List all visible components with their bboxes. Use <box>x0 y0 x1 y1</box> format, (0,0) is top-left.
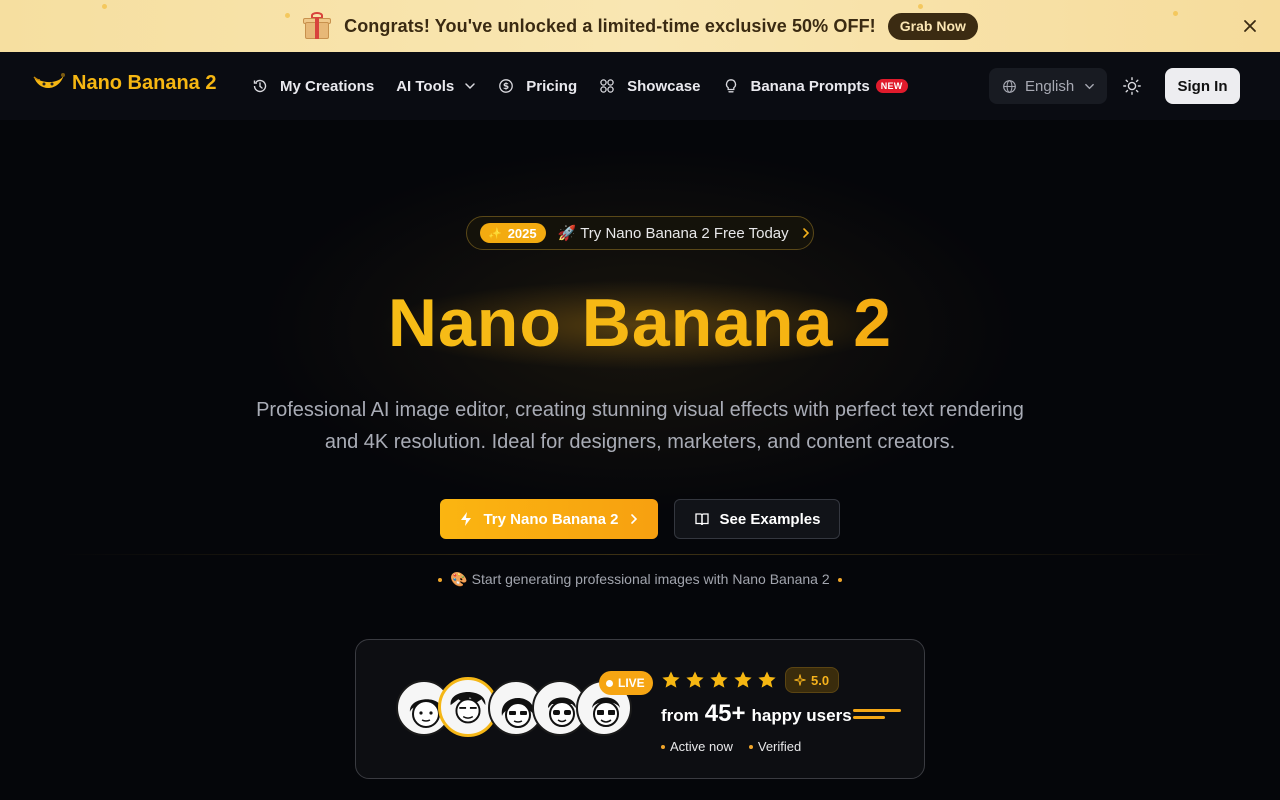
globe-icon <box>1003 79 1016 93</box>
language-selector[interactable]: English <box>989 68 1107 104</box>
users-count: 45+ <box>704 700 746 727</box>
try-nano-banana-button[interactable]: Try Nano Banana 2 <box>440 499 658 539</box>
page-title: Nano Banana 2 <box>0 284 1280 362</box>
dot-decoration <box>438 577 443 582</box>
year-badge: ✨ 2025 <box>480 223 546 243</box>
close-icon[interactable] <box>1240 16 1260 36</box>
promo-banner: Congrats! You've unlocked a limited-time… <box>0 0 1280 52</box>
chevron-right-icon <box>630 514 637 524</box>
promo-pill[interactable]: ✨ 2025 🚀 Try Nano Banana 2 Free Today <box>466 216 814 250</box>
lightbulb-icon <box>725 79 736 93</box>
nav-ai-tools[interactable]: AI Tools <box>396 76 476 96</box>
happy-users-line: from 45+ happy users <box>661 700 852 728</box>
chevron-down-icon <box>465 83 476 90</box>
new-badge: NEW <box>875 79 908 93</box>
language-label: English <box>1025 77 1075 95</box>
history-icon <box>253 79 267 93</box>
top-navigation: Nano Banana 2 My Creations AI Tools $ Pr… <box>0 52 1280 120</box>
users-suffix: happy users <box>751 706 852 725</box>
dot-decoration <box>837 577 842 582</box>
star-rating: 5.0 <box>661 667 840 693</box>
dot-decoration <box>748 744 753 749</box>
secondary-button-label: See Examples <box>719 510 821 528</box>
star-icon <box>734 671 752 688</box>
sparkle-icon <box>794 674 806 686</box>
theme-toggle-sun-icon[interactable] <box>1122 76 1142 96</box>
dot-decoration <box>661 744 665 749</box>
chevron-down-icon <box>1085 83 1095 89</box>
grid-icon <box>600 79 614 93</box>
svg-text:$: $ <box>503 82 509 92</box>
sparkle-decoration <box>102 4 107 9</box>
nav-label: Showcase <box>627 77 701 95</box>
nav-showcase[interactable]: Showcase <box>599 76 701 96</box>
start-generating-line: 🎨 Start generating professional images w… <box>0 571 1280 588</box>
accent-bars <box>853 709 901 723</box>
section-divider <box>60 554 1220 555</box>
nav-label: My Creations <box>280 77 375 95</box>
live-badge: LIVE <box>599 671 653 695</box>
banana-logo-icon <box>33 73 65 88</box>
hero-subtitle: Professional AI image editor, creating s… <box>256 399 1024 453</box>
sparkle-icon: ✨ <box>488 227 502 240</box>
nav-my-creations[interactable]: My Creations <box>252 76 374 96</box>
users-prefix: from <box>661 706 699 725</box>
sign-in-button[interactable]: Sign In <box>1165 68 1240 104</box>
sparkle-decoration <box>918 4 923 9</box>
nav-label: Banana Prompts <box>750 77 870 95</box>
pill-text: 🚀 Try Nano Banana 2 Free Today <box>557 225 789 242</box>
see-examples-button[interactable]: See Examples <box>674 499 840 539</box>
status-line: Active now Verified <box>661 739 801 754</box>
nav-label: AI Tools <box>396 77 455 95</box>
start-generating-text: 🎨 Start generating professional images w… <box>450 571 830 587</box>
live-label: LIVE <box>618 676 645 690</box>
live-dot <box>606 679 613 687</box>
sparkle-decoration <box>285 13 290 18</box>
primary-button-label: Try Nano Banana 2 <box>483 510 619 528</box>
book-icon <box>694 513 709 526</box>
dollar-icon: $ <box>499 79 514 93</box>
lightning-icon <box>461 512 472 526</box>
rating-value: 5.0 <box>811 672 830 688</box>
gift-icon <box>302 11 332 41</box>
star-icon <box>662 671 680 688</box>
star-icon <box>758 671 776 688</box>
nav-pricing[interactable]: $ Pricing <box>498 76 577 96</box>
rating-badge: 5.0 <box>785 667 840 693</box>
status-active: Active now <box>670 739 733 754</box>
brand-name: Nano Banana 2 <box>72 71 217 94</box>
nav-banana-prompts[interactable]: Banana Prompts NEW <box>723 76 908 96</box>
sparkle-decoration <box>1173 11 1178 16</box>
status-verified: Verified <box>757 739 802 754</box>
chevron-right-icon <box>802 228 809 238</box>
star-icon <box>710 671 728 688</box>
star-icon <box>686 671 704 688</box>
brand-logo[interactable]: Nano Banana 2 <box>32 71 216 95</box>
nav-label: Pricing <box>526 77 578 95</box>
year-label: 2025 <box>507 225 537 241</box>
social-proof-card: LIVE 5.0 from 45+ happy users Active now <box>355 639 925 779</box>
promo-text: Congrats! You've unlocked a limited-time… <box>344 15 876 36</box>
grab-now-button[interactable]: Grab Now <box>887 12 978 40</box>
hero-section: ✨ 2025 🚀 Try Nano Banana 2 Free Today Nan… <box>0 120 1280 800</box>
